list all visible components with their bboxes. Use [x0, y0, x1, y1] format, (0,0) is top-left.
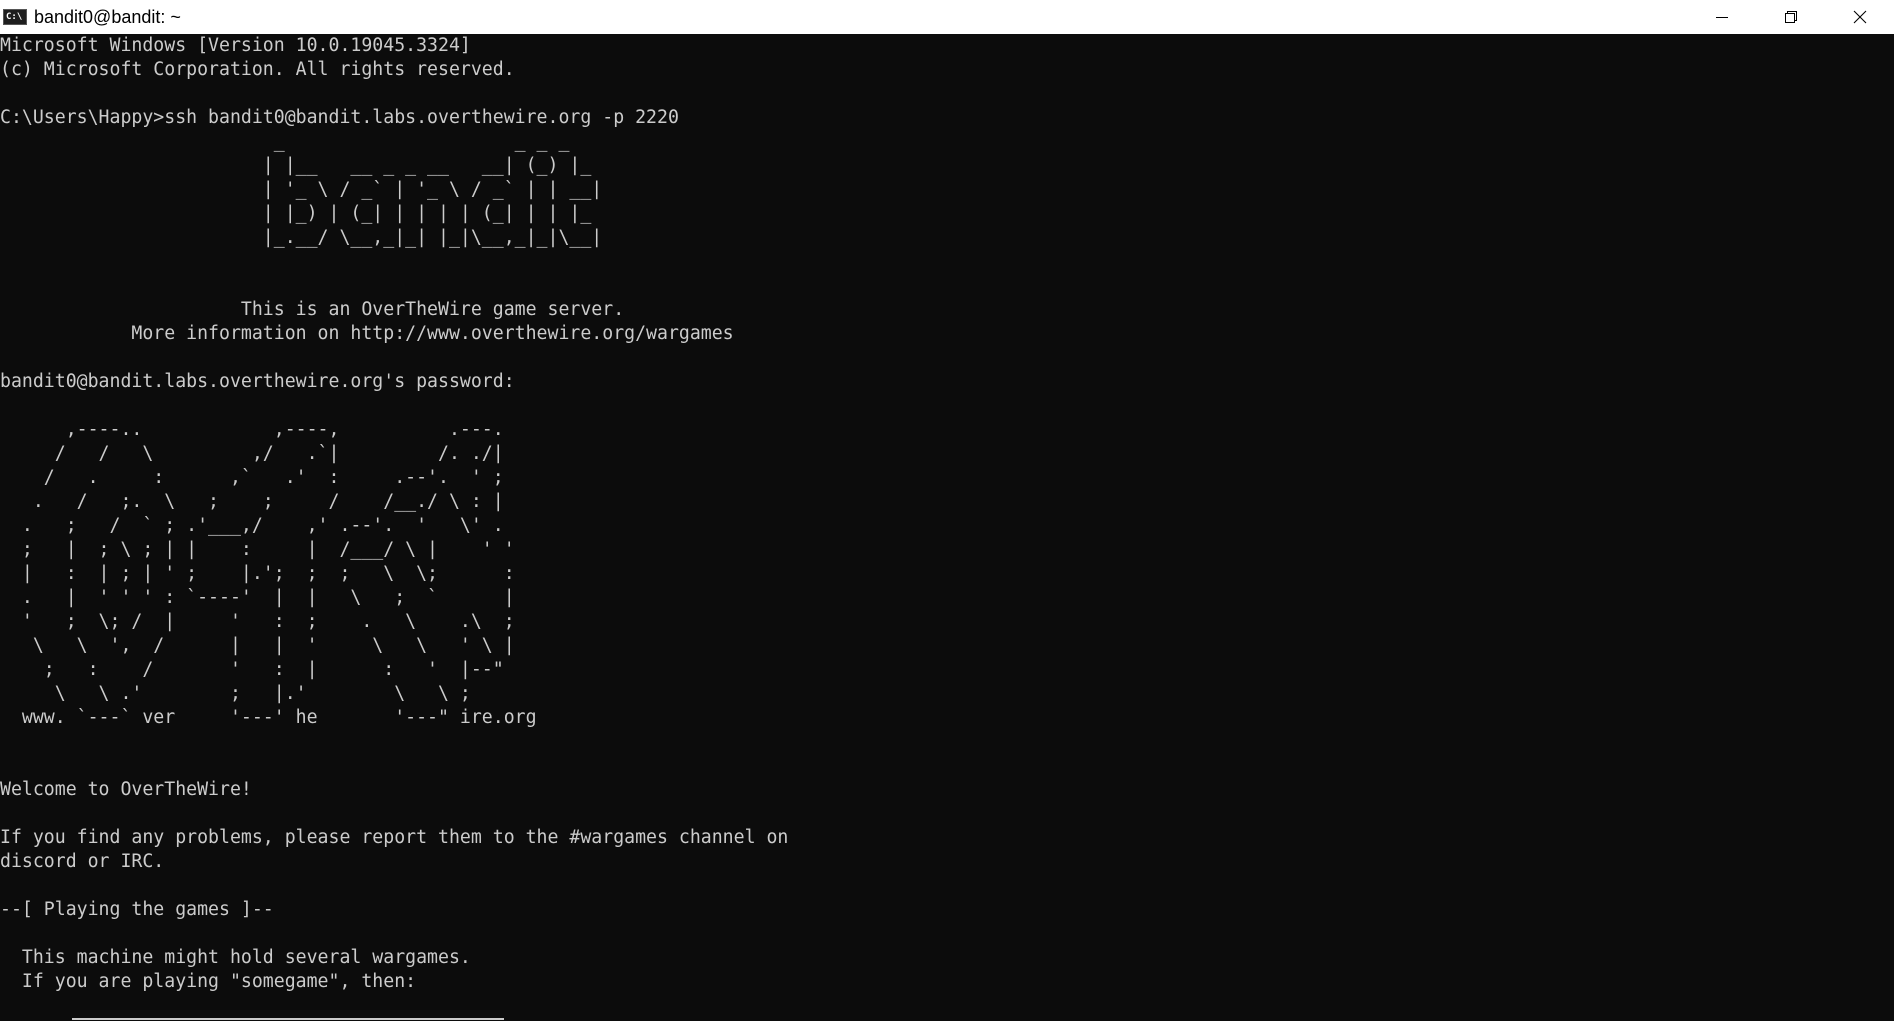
restore-icon: [1784, 11, 1797, 23]
terminal-line: www. `---` ver '---' he '---" ire.org: [0, 707, 537, 728]
terminal-line: bandit0@bandit.labs.overthewire.org's pa…: [0, 371, 515, 392]
terminal-line: \ \ .' ; |.' \ \ ;: [0, 683, 471, 704]
terminal-line: This machine might hold several wargames…: [0, 947, 471, 968]
terminal-line: If you are playing "somegame", then:: [0, 971, 417, 992]
terminal-line: . / ;. \ ; ; / /__./ \ : |: [0, 491, 504, 512]
terminal-window: C:\ bandit0@bandit: ~ Microsoft Windows …: [0, 0, 1894, 1021]
title-bar[interactable]: C:\ bandit0@bandit: ~: [0, 0, 1894, 34]
terminal-line: Microsoft Windows [Version 10.0.19045.33…: [0, 35, 471, 56]
terminal-line: | : | ; | ' ; |.'; ; ; \ \; :: [0, 563, 515, 584]
terminal-line: ,----.. ,----, .---.: [0, 419, 504, 440]
terminal-line: | |_) | (_| | | | | (_| | | |_: [0, 203, 603, 224]
cmd-icon: C:\: [3, 9, 27, 25]
terminal-line: ' ; \; / | ' : ; . \ .\ ;: [0, 611, 515, 632]
terminal-text: Microsoft Windows [Version 10.0.19045.33…: [0, 34, 1894, 994]
text-cursor: [72, 1018, 504, 1020]
minimize-icon: [1715, 17, 1728, 18]
terminal-line: _ _ _ _: [0, 131, 603, 152]
terminal-line: | '_ \ / _` | '_ \ / _` | | __|: [0, 179, 603, 200]
terminal-line: |_.__/ \__,_|_| |_|\__,_|_|\__|: [0, 227, 603, 248]
terminal-line: ; | ; \ ; | | : | /___/ \ | ' ': [0, 539, 515, 560]
minimize-button[interactable]: [1687, 0, 1756, 34]
terminal-line: C:\Users\Happy>ssh bandit0@bandit.labs.o…: [0, 107, 679, 128]
terminal-line: / . : ,` .' : .--'. ' ;: [0, 467, 504, 488]
terminal-line: --[ Playing the games ]--: [0, 899, 274, 920]
close-icon: [1853, 10, 1866, 24]
terminal-line: More information on http://www.overthewi…: [0, 323, 734, 344]
terminal-line: (c) Microsoft Corporation. All rights re…: [0, 59, 515, 80]
terminal-line: If you find any problems, please report …: [0, 827, 789, 848]
terminal-line: \ \ ', / | | ' \ \ ' \ |: [0, 635, 515, 656]
terminal-line: Welcome to OverTheWire!: [0, 779, 252, 800]
window-controls: [1687, 0, 1894, 34]
restore-button[interactable]: [1756, 0, 1825, 34]
close-button[interactable]: [1825, 0, 1894, 34]
terminal-line: . | ' ' ' : `----' | | \ ; ` |: [0, 587, 515, 608]
terminal-line: | |__ __ _ _ __ __| (_) |_: [0, 155, 603, 176]
terminal-line: ; : / ' : | : ' |--": [0, 659, 504, 680]
terminal-line: . ; / ` ; .'___,/ ,' .--'. ' \' .: [0, 515, 504, 536]
terminal-output[interactable]: Microsoft Windows [Version 10.0.19045.33…: [0, 34, 1894, 1021]
terminal-line: discord or IRC.: [0, 851, 165, 872]
window-title: bandit0@bandit: ~: [34, 6, 181, 27]
terminal-line: / / \ ,/ .`| /. ./|: [0, 443, 504, 464]
terminal-line: This is an OverTheWire game server.: [0, 299, 625, 320]
